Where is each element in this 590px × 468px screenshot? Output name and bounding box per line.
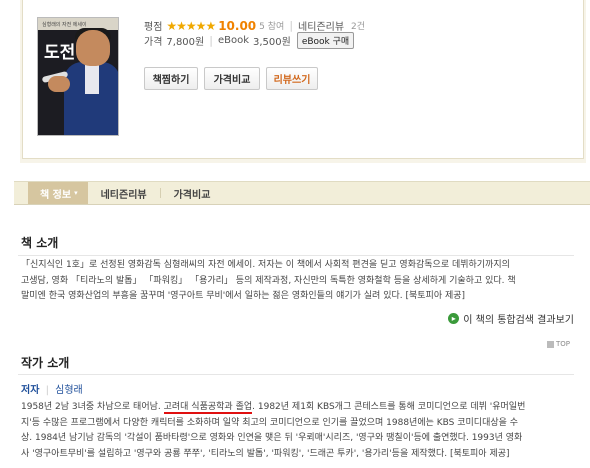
- rating-count: 5 참여: [259, 22, 285, 32]
- author-bio-text-part: 1958년 2남 3녀중 차남으로 태어남.: [21, 402, 164, 412]
- author-bio-line: 1958년 2남 3녀중 차남으로 태어남. 고려대 식품공학과 졸업. 198…: [21, 400, 576, 416]
- ebook-label: eBook: [217, 35, 249, 46]
- netizen-review-count: 2건: [351, 22, 366, 32]
- author-education-highlight: 고려대 식품공학과 졸업: [163, 402, 253, 414]
- divider: |: [289, 19, 294, 32]
- top-link-label: TOP: [555, 340, 570, 348]
- cover-figure-shirt: [85, 64, 99, 94]
- arrow-right-icon: ▸: [448, 313, 460, 324]
- tab-book-info[interactable]: 책 정보 ▾: [28, 182, 88, 204]
- book-intro-title: 책 소개: [21, 236, 59, 250]
- intro-line: 고생담, 영화 「티라노의 발톱」 「파워킹」 「용가리」 등의 제작과정, 자…: [21, 275, 516, 286]
- tab-price-compare[interactable]: 가격비교: [161, 182, 224, 204]
- intro-line: 말미엔 한국 영화산업의 부흥을 꿈꾸며 '영구아트 무비'에서 일하는 젊은 …: [21, 291, 466, 301]
- rating-score: 10.00: [218, 18, 257, 33]
- divider: |: [209, 34, 213, 47]
- author-intro-title: 작가 소개: [21, 356, 70, 370]
- section-divider: [18, 374, 574, 375]
- rating-row: 평점 ★★★★★ 10.00 5 참여 | 네티즌리뷰 2건: [144, 18, 574, 34]
- cover-figure-hand: [48, 76, 70, 92]
- ebook-buy-button[interactable]: eBook 구매: [296, 32, 355, 49]
- author-bio-line: 상. 1984년 남기남 감독의 '각설이 품바타령'으로 영화와 인연을 맺은…: [21, 433, 523, 443]
- top-arrow-icon: [546, 340, 554, 348]
- cover-figure-face: [76, 30, 110, 66]
- author-bio-text: 1958년 2남 3녀중 차남으로 태어남. 고려대 식품공학과 졸업. 198…: [21, 400, 576, 462]
- book-action-buttons: 책찜하기 가격비교 리뷰쓰기: [144, 67, 318, 90]
- write-review-button[interactable]: 리뷰쓰기: [266, 67, 318, 90]
- rating-stars-icon: ★★★★★: [166, 18, 216, 33]
- author-row: 저자 | 심형래: [21, 381, 83, 396]
- cover-title: 도전: [44, 43, 76, 63]
- price-compare-button[interactable]: 가격비교: [204, 67, 260, 90]
- integrated-search-label: 이 책의 통합검색 결과보기: [463, 315, 574, 326]
- book-info: 평점 ★★★★★ 10.00 5 참여 | 네티즌리뷰 2건 가격 7,800원…: [144, 18, 574, 49]
- author-role: 저자: [21, 385, 40, 396]
- bookmark-button[interactable]: 책찜하기: [144, 67, 198, 90]
- price-label: 가격: [144, 37, 163, 48]
- author-name-link[interactable]: 심형래: [55, 385, 83, 396]
- top-link[interactable]: TOP: [546, 340, 570, 348]
- price-row: 가격 7,800원 | eBook 3,500원 eBook 구매: [144, 32, 574, 49]
- rating-label: 평점: [144, 22, 163, 33]
- section-divider: [18, 255, 574, 256]
- author-bio-line: 지'등 수많은 프로그램에서 다양한 캐릭터를 소화하며 일약 최고의 코미디언…: [21, 417, 519, 428]
- book-intro-text: 「신지식인 1호」로 선정된 영화감독 심형래씨의 자전 에세이. 저자는 이 …: [21, 258, 576, 305]
- ebook-price: 3,500원: [253, 37, 291, 48]
- price-value: 7,800원: [166, 37, 205, 48]
- chevron-down-icon: ▾: [74, 189, 78, 197]
- book-cover-image[interactable]: 심형래의 자전 에세이 도전: [37, 17, 119, 136]
- detail-tabs: 책 정보 ▾ 네티즌리뷰 가격비교: [14, 181, 590, 205]
- author-bio-text-part: . 1982년 제1회 KBS개그 콘테스트를 통해 코미디언으로 데뷔 '유머…: [252, 402, 526, 412]
- tab-netizen-review[interactable]: 네티즌리뷰: [88, 182, 160, 204]
- cover-subtitle: 심형래의 자전 에세이: [42, 22, 87, 28]
- integrated-search-link[interactable]: ▸ 이 책의 통합검색 결과보기: [448, 311, 574, 326]
- divider: |: [45, 385, 49, 396]
- author-bio-line: 사 '영구아트무비'를 설립하고 '영구와 공룡 쭈쭈', '티라노의 발톱',…: [21, 448, 510, 459]
- intro-line: 「신지식인 1호」로 선정된 영화감독 심형래씨의 자전 에세이. 저자는 이 …: [21, 260, 510, 270]
- netizen-review-link[interactable]: 네티즌리뷰: [298, 18, 344, 33]
- tab-book-info-label: 책 정보: [40, 189, 72, 201]
